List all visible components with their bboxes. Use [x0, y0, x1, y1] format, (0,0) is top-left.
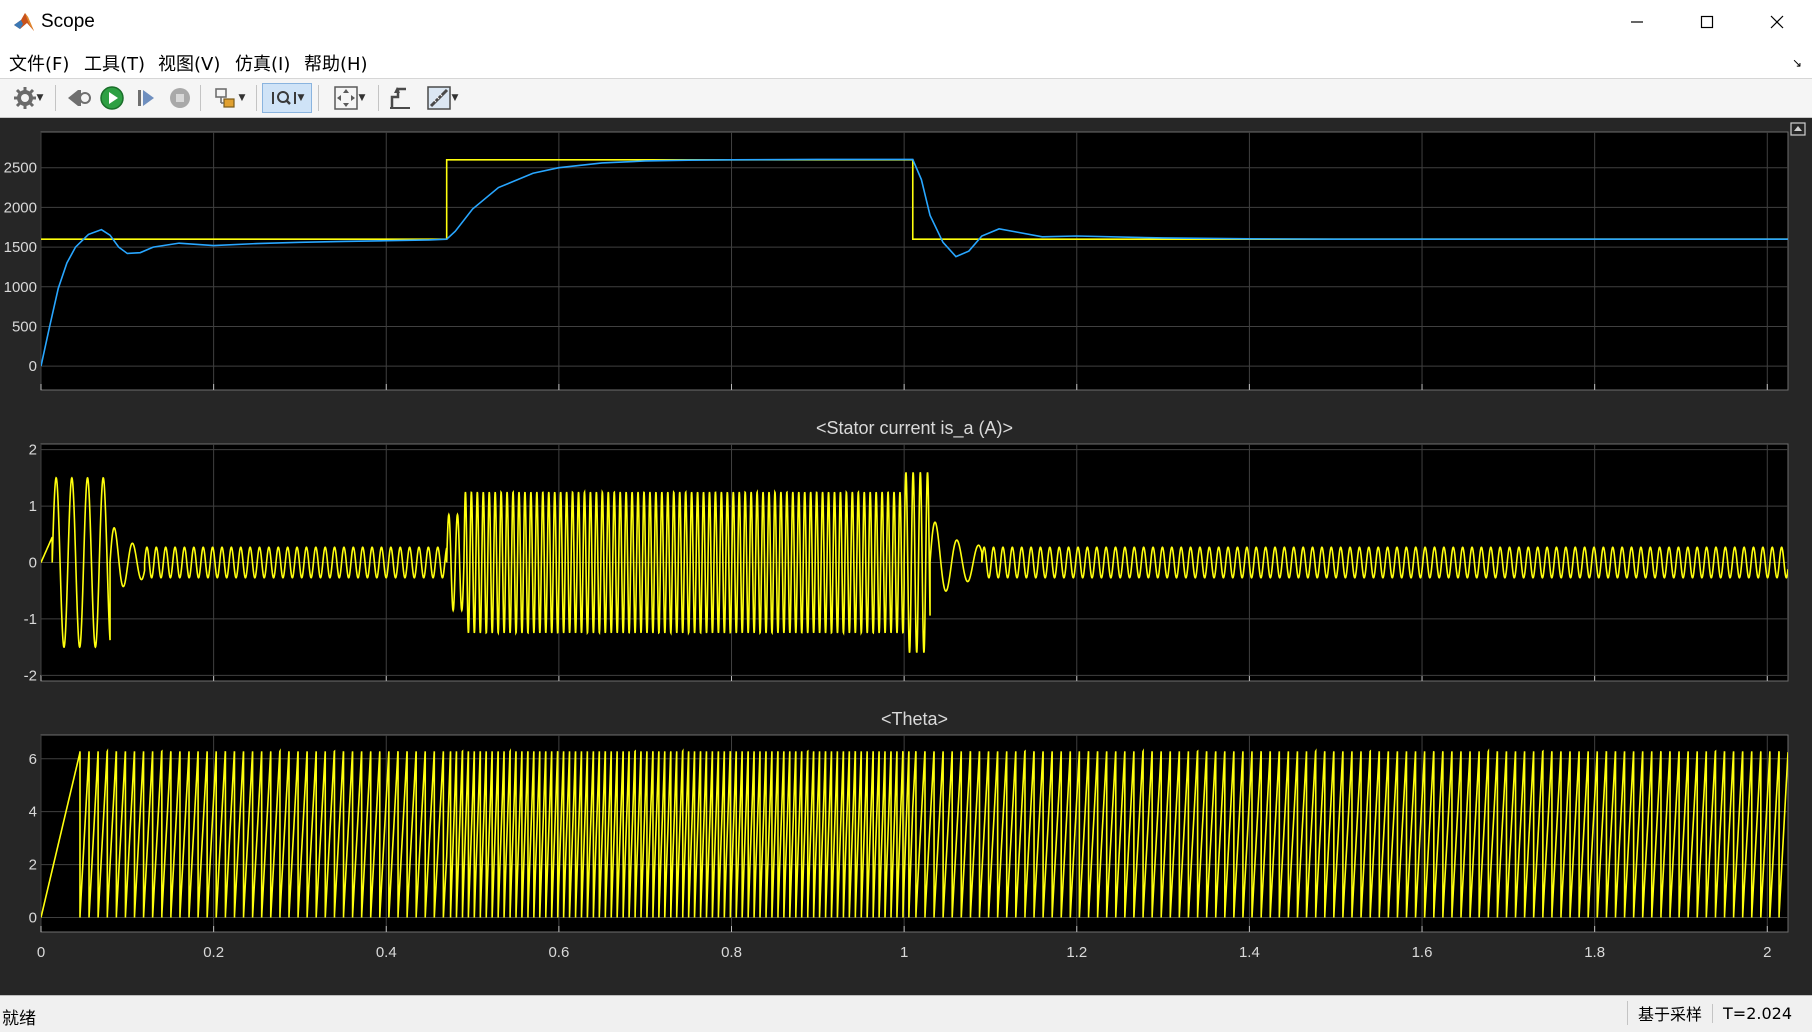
step-back-button[interactable] [62, 83, 94, 113]
close-icon [1770, 15, 1784, 29]
axes-title: <Theta> [881, 709, 948, 729]
menu-tools[interactable]: 工具(T) [84, 50, 145, 76]
highlight-block-button[interactable]: ▼ [206, 83, 252, 113]
run-icon [100, 86, 124, 110]
y-tick-label: 0 [29, 555, 37, 572]
stop-button[interactable] [164, 83, 196, 113]
undock-icon[interactable] [1790, 121, 1806, 140]
y-tick-label: 1 [29, 498, 37, 515]
triggers-button[interactable] [384, 83, 416, 113]
x-tick-label: 0.8 [721, 944, 742, 961]
y-tick-label: 2 [29, 442, 37, 459]
sampling-mode: 基于采样 [1627, 1001, 1712, 1025]
axes-2: -2 -1 0 1 2 <Stator current is_a (A)> [24, 418, 1789, 684]
chevron-down-icon: ▼ [238, 93, 246, 103]
run-button[interactable] [96, 83, 128, 113]
measurements-button[interactable]: ▼ [418, 83, 466, 113]
minimize-button[interactable] [1602, 0, 1672, 44]
zoom-icon [271, 91, 296, 105]
chevron-down-icon: ▼ [358, 93, 366, 103]
x-tick-label: 1.4 [1239, 944, 1260, 961]
x-tick-label: 1.8 [1584, 944, 1605, 961]
dock-arrow-icon[interactable]: ↘ [1792, 56, 1802, 70]
axes-1: 0 500 1000 1500 2000 2500 [4, 131, 1789, 391]
menu-file[interactable]: 文件(F) [9, 50, 69, 76]
step-forward-icon [138, 90, 154, 106]
menu-help[interactable]: 帮助(H) [304, 50, 368, 76]
scope-plots: 0 500 1000 1500 2000 2500 -2 -1 0 1 2 <Stator curre… [4, 131, 1789, 961]
plot-area: 0 500 1000 1500 2000 2500 -2 -1 0 1 2 <Stator curre… [0, 118, 1812, 995]
triggers-icon [390, 87, 410, 109]
y-tick-label: 2500 [4, 160, 37, 177]
fit-to-view-button[interactable]: ▼ [324, 83, 374, 113]
status-bar: 就绪 基于采样 T=2.024 [0, 995, 1812, 1032]
x-tick-label: 0.4 [376, 944, 397, 961]
y-tick-label: -1 [24, 611, 37, 628]
matlab-icon [12, 11, 36, 33]
step-forward-button[interactable] [130, 83, 162, 113]
y-tick-label: -2 [24, 667, 37, 684]
x-tick-label: 2 [1763, 944, 1771, 961]
stop-icon [170, 88, 190, 108]
minimize-icon [1631, 21, 1643, 23]
step-back-icon [68, 90, 91, 106]
x-tick-label: 0.2 [203, 944, 224, 961]
menu-view[interactable]: 视图(V) [158, 50, 220, 76]
menu-bar: 文件(F) 工具(T) 视图(V) 仿真(I) 帮助(H) ↘ [0, 44, 1812, 78]
settings-button[interactable]: ▼ [6, 83, 50, 113]
status-text: 就绪 [2, 1009, 36, 1029]
measurements-icon [426, 86, 451, 110]
window-title: Scope [41, 11, 95, 32]
maximize-icon [1700, 15, 1714, 29]
y-tick-label: 500 [12, 318, 37, 335]
x-tick-label: 1.2 [1066, 944, 1087, 961]
x-tick-label: 1.6 [1412, 944, 1433, 961]
chevron-down-icon: ▼ [36, 93, 44, 103]
menu-simulation[interactable]: 仿真(I) [235, 50, 290, 76]
y-tick-label: 1000 [4, 279, 37, 296]
x-tick-label: 0 [37, 944, 45, 961]
maximize-button[interactable] [1672, 0, 1742, 44]
y-tick-label: 6 [29, 751, 37, 768]
axes-background [40, 131, 1789, 391]
x-tick-label: 1 [900, 944, 908, 961]
axes-3: 0 2 4 6 0 0.2 0.4 0.6 0.8 1 1.2 1.4 1.6 1.8 2 <Theta> [29, 709, 1789, 961]
y-tick-label: 1500 [4, 239, 37, 256]
close-button[interactable] [1742, 0, 1812, 44]
sim-time: T=2.024 [1712, 1003, 1802, 1023]
y-tick-label: 4 [29, 804, 37, 821]
y-tick-label: 0 [29, 358, 37, 375]
chevron-down-icon: ▼ [451, 93, 459, 103]
status-right: 基于采样 T=2.024 [1627, 999, 1802, 1027]
zoom-button[interactable]: ▼ [262, 83, 312, 113]
axes-title: <Stator current is_a (A)> [816, 418, 1013, 439]
title-bar: Scope [0, 0, 1812, 44]
y-tick-label: 0 [29, 909, 37, 926]
settings-icon [13, 87, 36, 109]
x-tick-label: 0.6 [548, 944, 569, 961]
y-tick-label: 2 [29, 857, 37, 874]
highlight-block-icon [214, 88, 235, 108]
toolbar: ▼ ▼ ▼ ▼ ▼ [0, 78, 1812, 118]
chevron-down-icon: ▼ [297, 93, 305, 103]
fit-to-view-icon [333, 86, 358, 110]
y-tick-label: 2000 [4, 199, 37, 216]
